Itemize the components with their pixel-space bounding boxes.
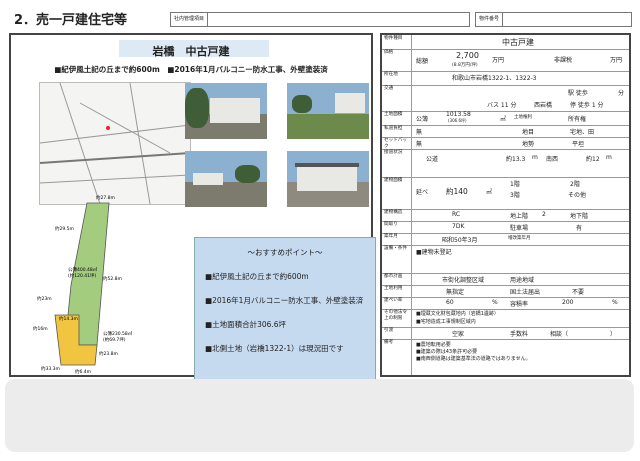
row-type: 物件種目 中古戸建 (382, 35, 629, 50)
plot-area1-label: 公簿400.48㎡ (68, 266, 98, 273)
row-limits: その他法令上の制限 ■埋蔵文化財包蔵地内（岩橋1遺跡） ■宅地造成工事規制区域内 (382, 309, 629, 328)
svg-text:约23.8m: 约23.8m (99, 350, 118, 357)
photo-yard (287, 83, 369, 139)
property-headline: 岩橋 中古戸建 (152, 45, 230, 58)
property-subline: ■紀伊風土記の丘まで約600m ■2016年1月バルコニー防水工事、外壁塗装済 (54, 65, 328, 74)
blurred-region (5, 379, 634, 452)
photo-house-front (185, 83, 267, 139)
row-remarks: 設備・条件 ■建物未登記 (382, 245, 629, 274)
svg-text:约52.8m: 约52.8m (103, 275, 122, 282)
location-value: 和歌山市岩橋1322-1、1322-3 (452, 75, 537, 82)
page-title: 2．売一戸建住宅等 (14, 13, 128, 28)
row-traffic: 交通駅 徒歩分バス 11 分西岩橋停 徒歩 1 分 (382, 85, 629, 112)
svg-text:(约120.41坪): (约120.41坪) (68, 272, 97, 279)
row-building-area: 建物面積 延べ 約140 ㎡ 1階 2階 3階 その他 (382, 177, 629, 210)
row-price: 価格 総額 2,700 万円 (8.8万円/坪) 非課税 万円 (382, 49, 629, 72)
spec-table: 物件種目 中古戸建 価格 総額 2,700 万円 (8.8万円/坪) 非課税 万円 所在地 和歌… (380, 33, 631, 377)
points-title: ～おすすめポイント～ (247, 248, 323, 257)
svg-text:约16m: 约16m (33, 325, 48, 332)
row-notes: 備考 ■農地転用必要 ■建築の際は43条許可必要 ■南西側道路は建築基準法の道路ではあ… (382, 339, 629, 375)
plot-diagram: 公簿400.48㎡ (约120.41坪) 公簿230.58㎡ (約69.7坪) … (33, 194, 133, 375)
point-item: ■北側土地（岩橋1322-1）は現況田です (205, 344, 344, 353)
map-marker-icon (106, 126, 110, 130)
plot-area2-label: 公簿230.58㎡ (103, 330, 133, 337)
photo-road (185, 151, 267, 207)
point-item: ■土地面積合計306.6坪 (205, 320, 287, 329)
svg-text:约6.4m: 约6.4m (75, 368, 91, 375)
row-road: 接道状況 公道 約13.3 m 南西 約12 m (382, 149, 629, 178)
item-no-box: 物件番号 (475, 12, 632, 27)
point-item: ■2016年1月バルコニー防水工事、外壁塗装済 (205, 296, 364, 305)
price-value: 2,700 (456, 51, 479, 60)
svg-text:(約69.7坪): (約69.7坪) (103, 336, 126, 343)
row-land-area: 土地面積 公簿 1013.58 (306.6坪) ㎡土地権利 所有権 (382, 111, 629, 126)
svg-text:约33.3m: 约33.3m (41, 365, 60, 372)
point-item: ■紀伊風土記の丘まで約600m (205, 272, 309, 281)
mgmt-label: 社内管理項目 (171, 13, 209, 26)
svg-text:约23m: 约23m (37, 295, 52, 302)
photo-building (287, 151, 369, 207)
property-type: 中古戸建 (502, 38, 534, 47)
row-location: 所在地 和歌山市岩橋1322-1、1322-3 (382, 71, 629, 86)
page-header: 2．売一戸建住宅等 社内管理項目 物件番号 (0, 0, 640, 30)
svg-text:约29.5m: 约29.5m (55, 225, 74, 232)
svg-text:约27.8m: 约27.8m (96, 194, 115, 201)
mgmt-box: 社内管理項目 (170, 12, 470, 27)
left-panel: 岩橋 中古戸建 ■紀伊風土記の丘まで約600m ■2016年1月バルコニー防水工… (9, 33, 376, 404)
item-no-label: 物件番号 (476, 13, 504, 26)
svg-text:约14.3m: 约14.3m (59, 315, 78, 322)
